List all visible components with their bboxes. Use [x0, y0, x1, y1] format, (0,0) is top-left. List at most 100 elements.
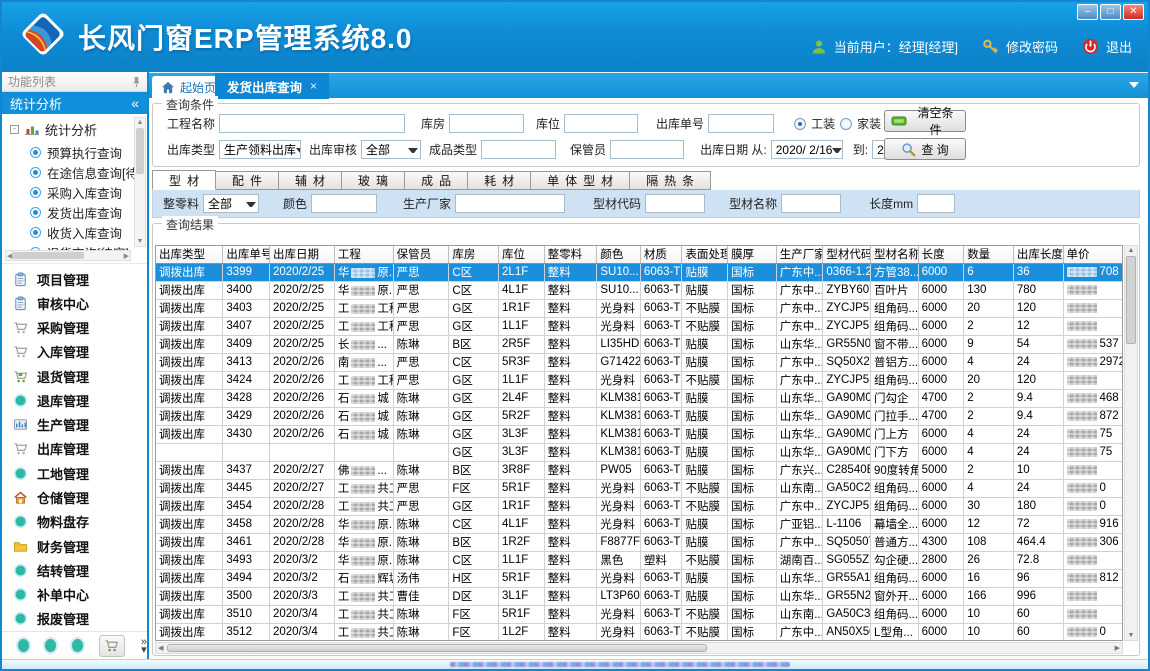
- tree-item-1[interactable]: 预算执行查询: [30, 142, 131, 162]
- table-row[interactable]: 调拨出库34032020/2/25工工程严思G区1R1F整料光身料6063-T5…: [156, 299, 1123, 317]
- column-header[interactable]: 出库长度: [1013, 246, 1063, 263]
- material-tab-7[interactable]: 单体型材: [531, 171, 630, 190]
- material-tab-3[interactable]: 辅材: [279, 171, 342, 190]
- search-button[interactable]: 查 询: [884, 138, 966, 160]
- column-header[interactable]: 出库类型: [156, 246, 223, 263]
- tree-item-4[interactable]: 发货出库查询: [30, 202, 131, 222]
- tree-root[interactable]: - 统计分析: [10, 120, 131, 139]
- tree-vertical-scrollbar[interactable]: ▲▼: [134, 117, 146, 247]
- table-row[interactable]: 调拨出库34242020/2/26工工程严思G区1L1F整料光身料6063-T5…: [156, 371, 1123, 389]
- quick-module-1-icon[interactable]: [18, 639, 29, 652]
- quick-module-3-icon[interactable]: [72, 639, 83, 652]
- material-tab-4[interactable]: 玻璃: [342, 171, 405, 190]
- column-header[interactable]: 库位: [499, 246, 545, 263]
- tab-outbound-query[interactable]: 发货出库查询 ×: [215, 73, 329, 99]
- manufacturer-input[interactable]: [455, 194, 565, 213]
- column-header[interactable]: 表面处理: [682, 246, 728, 263]
- close-button[interactable]: ✕: [1123, 4, 1144, 20]
- outbound-audit-select[interactable]: 全部: [361, 140, 421, 159]
- tree-item-5[interactable]: 收货入库查询: [30, 222, 131, 242]
- table-row[interactable]: 调拨出库34372020/2/27佛...陈琳B区3R8F整料PW056063-…: [156, 461, 1123, 479]
- material-tab-6[interactable]: 耗材: [468, 171, 531, 190]
- table-row[interactable]: 调拨出库35002020/3/3工共工程曹佳D区3L1F整料LT3P606063…: [156, 587, 1123, 605]
- table-vertical-scrollbar[interactable]: ▲▼: [1124, 245, 1138, 641]
- material-tab-1[interactable]: 型材: [152, 170, 216, 190]
- table-row[interactable]: 调拨出库34092020/2/25长...陈琳B区2R5F整料LI35HD606…: [156, 335, 1123, 353]
- material-tab-8[interactable]: 隔热条: [630, 171, 711, 190]
- table-row[interactable]: 调拨出库34612020/2/28华原...陈琳B区1R2F整料F8877FT6…: [156, 533, 1123, 551]
- column-header[interactable]: 生产厂家: [776, 246, 823, 263]
- sidebar-item-4[interactable]: 入库管理: [2, 340, 147, 364]
- sidebar-item-5[interactable]: 退货管理: [2, 364, 147, 388]
- minimize-button[interactable]: –: [1077, 4, 1098, 20]
- whole-part-select[interactable]: 全部: [203, 194, 259, 213]
- date-from-date-select[interactable]: 2020/ 2/16: [771, 140, 843, 159]
- table-row[interactable]: 调拨出库34282020/2/26石城陈琳G区2L4F整料KLM38176063…: [156, 389, 1123, 407]
- outbound-type-select[interactable]: 生产领料出库: [219, 140, 301, 159]
- table-row[interactable]: 调拨出库34542020/2/28工共工程严思G区1R1F整料光身料6063-T…: [156, 497, 1123, 515]
- pin-icon[interactable]: [132, 76, 141, 88]
- sidebar-item-10[interactable]: 仓储管理: [2, 485, 147, 509]
- radio-gongzhuang-icon[interactable]: [794, 118, 806, 130]
- maximize-button[interactable]: □: [1100, 4, 1121, 20]
- column-header[interactable]: 整零料: [544, 246, 597, 263]
- table-row[interactable]: G区3L3F整料KLM38176063-T5贴膜国标山东华...GA90M09.…: [156, 443, 1123, 461]
- column-header[interactable]: 出库单号: [223, 246, 270, 263]
- column-header[interactable]: 型材名称: [870, 246, 918, 263]
- table-row[interactable]: 调拨出库34932020/3/2华原...陈琳C区1L1F整料黑色塑料不贴膜国标…: [156, 551, 1123, 569]
- tree-expander-icon[interactable]: -: [10, 125, 19, 134]
- color-input[interactable]: [311, 194, 377, 213]
- tree-item-2[interactable]: 在途信息查询[待: [30, 162, 131, 182]
- profile-code-input[interactable]: [645, 194, 705, 213]
- table-row[interactable]: 调拨出库34582020/2/28华原...陈琳C区4L1F整料光身料6063-…: [156, 515, 1123, 533]
- tab-close-icon[interactable]: ×: [310, 79, 317, 93]
- table-row[interactable]: 调拨出库34132020/2/26南...严思C区5R3F整料G71422606…: [156, 353, 1123, 371]
- more-modules-button[interactable]: »▾: [141, 638, 147, 654]
- clear-conditions-button[interactable]: 清空条件: [884, 110, 966, 132]
- table-row[interactable]: 调拨出库34302020/2/26石城陈琳G区3L3F整料KLM38176063…: [156, 425, 1123, 443]
- table-row[interactable]: 调拨出库35102020/3/4工共工程陈琳F区5R1F整料光身料6063-T5…: [156, 605, 1123, 623]
- column-header[interactable]: 库房: [449, 246, 499, 263]
- column-header[interactable]: 型材代码: [823, 246, 871, 263]
- cart-quick-button[interactable]: [99, 635, 125, 657]
- sidebar-item-12[interactable]: 财务管理: [2, 534, 147, 558]
- tree-horizontal-scrollbar[interactable]: ◀▶: [5, 250, 131, 261]
- profile-name-input[interactable]: [781, 194, 841, 213]
- warehouse-input[interactable]: [449, 114, 524, 133]
- column-header[interactable]: 单价: [1063, 246, 1123, 263]
- quick-module-2-icon[interactable]: [45, 639, 56, 652]
- location-input[interactable]: [564, 114, 638, 133]
- sidebar-item-2[interactable]: 审核中心: [2, 291, 147, 315]
- table-row[interactable]: 调拨出库34002020/2/25华原...严思C区4L1F整料SU10...6…: [156, 281, 1123, 299]
- sidebar-item-3[interactable]: 采购管理: [2, 316, 147, 340]
- tree-item-3[interactable]: 采购入库查询: [30, 182, 131, 202]
- column-header[interactable]: 工程: [334, 246, 393, 263]
- column-header[interactable]: 颜色: [597, 246, 641, 263]
- tree-item-7[interactable]: 退库管理[待定]: [30, 262, 131, 264]
- table-row[interactable]: 调拨出库34942020/3/2石辉城汤伟H区5R1F整料光身料6063-T5贴…: [156, 569, 1123, 587]
- column-header[interactable]: 长度: [918, 246, 964, 263]
- table-row[interactable]: 调拨出库34452020/2/27工共工程严思F区5R1F整料光身料6063-T…: [156, 479, 1123, 497]
- column-header[interactable]: 膜厚: [728, 246, 777, 263]
- sidebar-item-8[interactable]: 出库管理: [2, 437, 147, 461]
- sidebar-item-15[interactable]: 报废管理: [2, 607, 147, 631]
- product-type-input[interactable]: [481, 140, 556, 159]
- keeper-input[interactable]: [610, 140, 684, 159]
- change-password-link[interactable]: 修改密码: [1006, 37, 1058, 56]
- column-header[interactable]: 保管员: [393, 246, 449, 263]
- sidebar-item-13[interactable]: 结转管理: [2, 558, 147, 582]
- project-name-input[interactable]: [219, 114, 405, 133]
- table-row[interactable]: 调拨出库34292020/2/26石城陈琳G区5R2F整料KLM38176063…: [156, 407, 1123, 425]
- table-row[interactable]: 调拨出库35122020/3/4工共工程陈琳F区1L2F整料光身料6063-T5…: [156, 623, 1123, 641]
- table-row[interactable]: 调拨出库34072020/2/25工工程严思G区1L1F整料光身料6063-T5…: [156, 317, 1123, 335]
- sidebar-item-9[interactable]: 工地管理: [2, 461, 147, 485]
- column-header[interactable]: 材质: [640, 246, 682, 263]
- stats-group-header[interactable]: 统计分析 «: [2, 92, 147, 114]
- table-row[interactable]: 调拨出库33992020/2/25华原...严思C区2L1F整料SU10...6…: [156, 263, 1123, 281]
- sidebar-item-1[interactable]: 项目管理: [2, 267, 147, 291]
- tab-list-dropdown-icon[interactable]: [1129, 82, 1139, 93]
- length-mm-input[interactable]: [917, 194, 955, 213]
- sidebar-item-7[interactable]: 生产管理: [2, 413, 147, 437]
- sidebar-item-11[interactable]: 物料盘存: [2, 510, 147, 534]
- radio-jiazhuang-icon[interactable]: [840, 118, 852, 130]
